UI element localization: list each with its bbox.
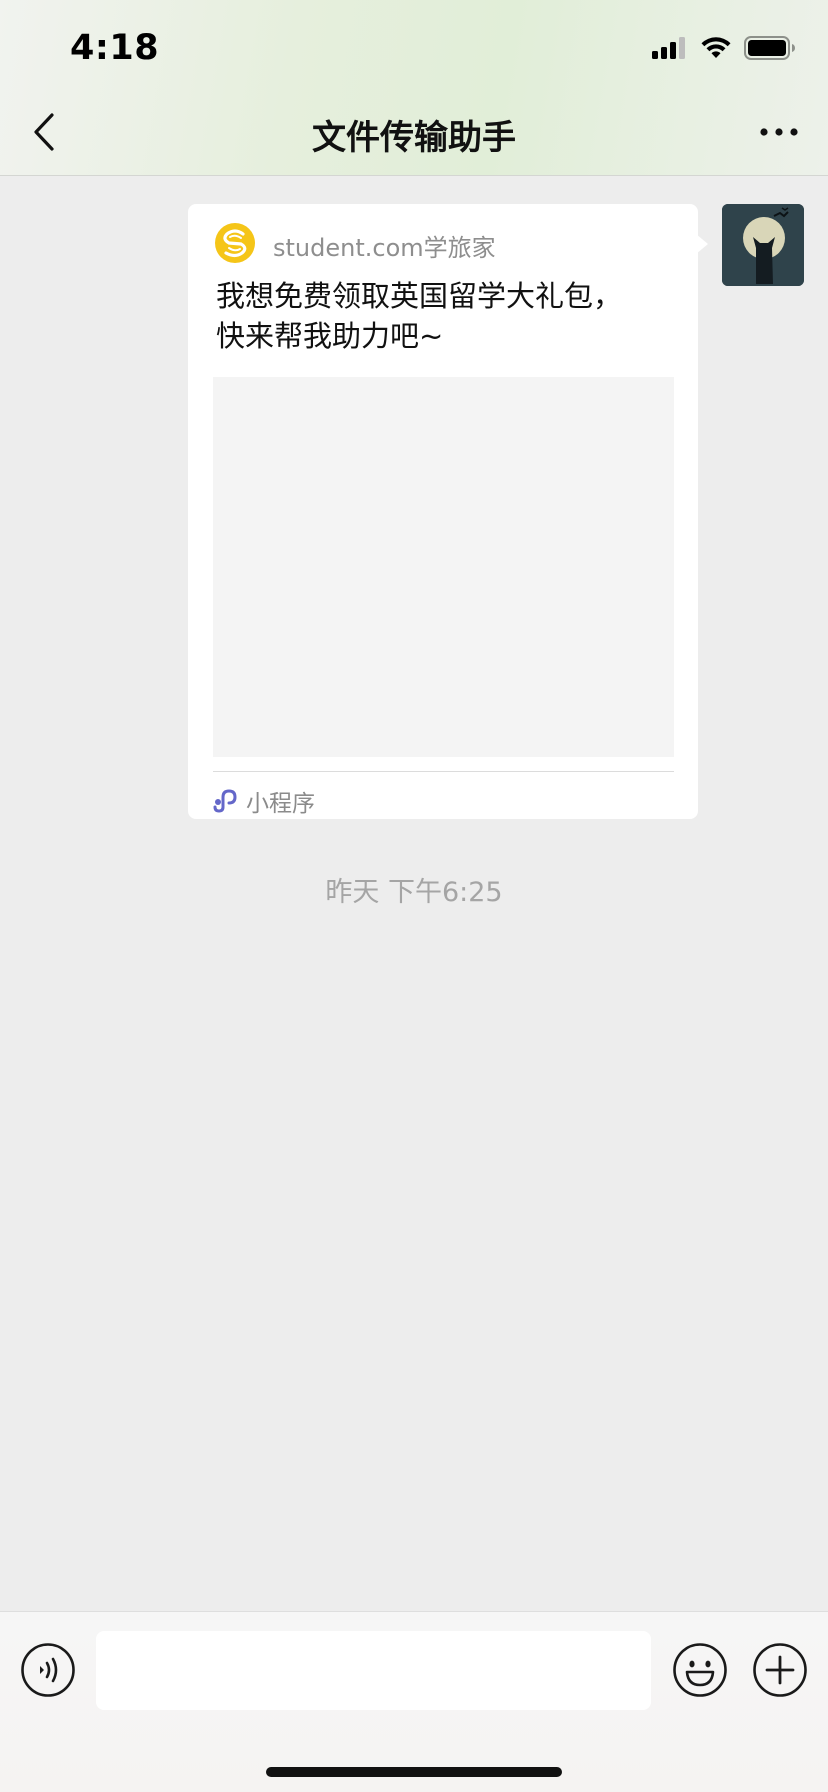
chat-title: 文件传输助手 xyxy=(312,118,516,158)
avatar-cat-moon xyxy=(722,204,804,286)
mini-program-icon xyxy=(213,789,237,813)
input-bar xyxy=(0,1611,828,1792)
wifi-icon xyxy=(701,37,731,58)
status-icons xyxy=(652,36,796,60)
message-timestamp: 昨天 下午6:25 xyxy=(325,877,503,908)
status-time: 4:18 xyxy=(70,28,160,68)
mini-program-card[interactable]: student.com学旅家 我想免费领取英国留学大礼包， 快来帮我助力吧~ 小… xyxy=(188,204,698,819)
card-message-text: 我想免费领取英国留学大礼包， 快来帮我助力吧~ xyxy=(216,279,623,353)
mini-program-label: 小程序 xyxy=(246,791,315,817)
voice-icon xyxy=(21,1643,75,1697)
more-button[interactable] xyxy=(754,112,804,152)
avatar[interactable] xyxy=(722,204,804,286)
plus-icon xyxy=(753,1643,807,1697)
battery-icon xyxy=(744,36,795,60)
student-logo-icon xyxy=(215,223,255,263)
more-dots-icon xyxy=(760,128,798,136)
cellular-signal-icon xyxy=(652,37,685,59)
card-source-name: student.com学旅家 xyxy=(273,234,496,262)
emoji-button[interactable] xyxy=(672,1642,728,1698)
emoji-icon xyxy=(673,1643,727,1697)
top-bar: 4:18 文件传输助手 xyxy=(0,0,828,176)
message-input[interactable] xyxy=(96,1631,651,1710)
home-indicator[interactable] xyxy=(266,1767,562,1777)
card-preview-image xyxy=(213,377,674,757)
voice-button[interactable] xyxy=(20,1642,76,1698)
plus-button[interactable] xyxy=(752,1642,808,1698)
card-divider xyxy=(213,771,674,772)
